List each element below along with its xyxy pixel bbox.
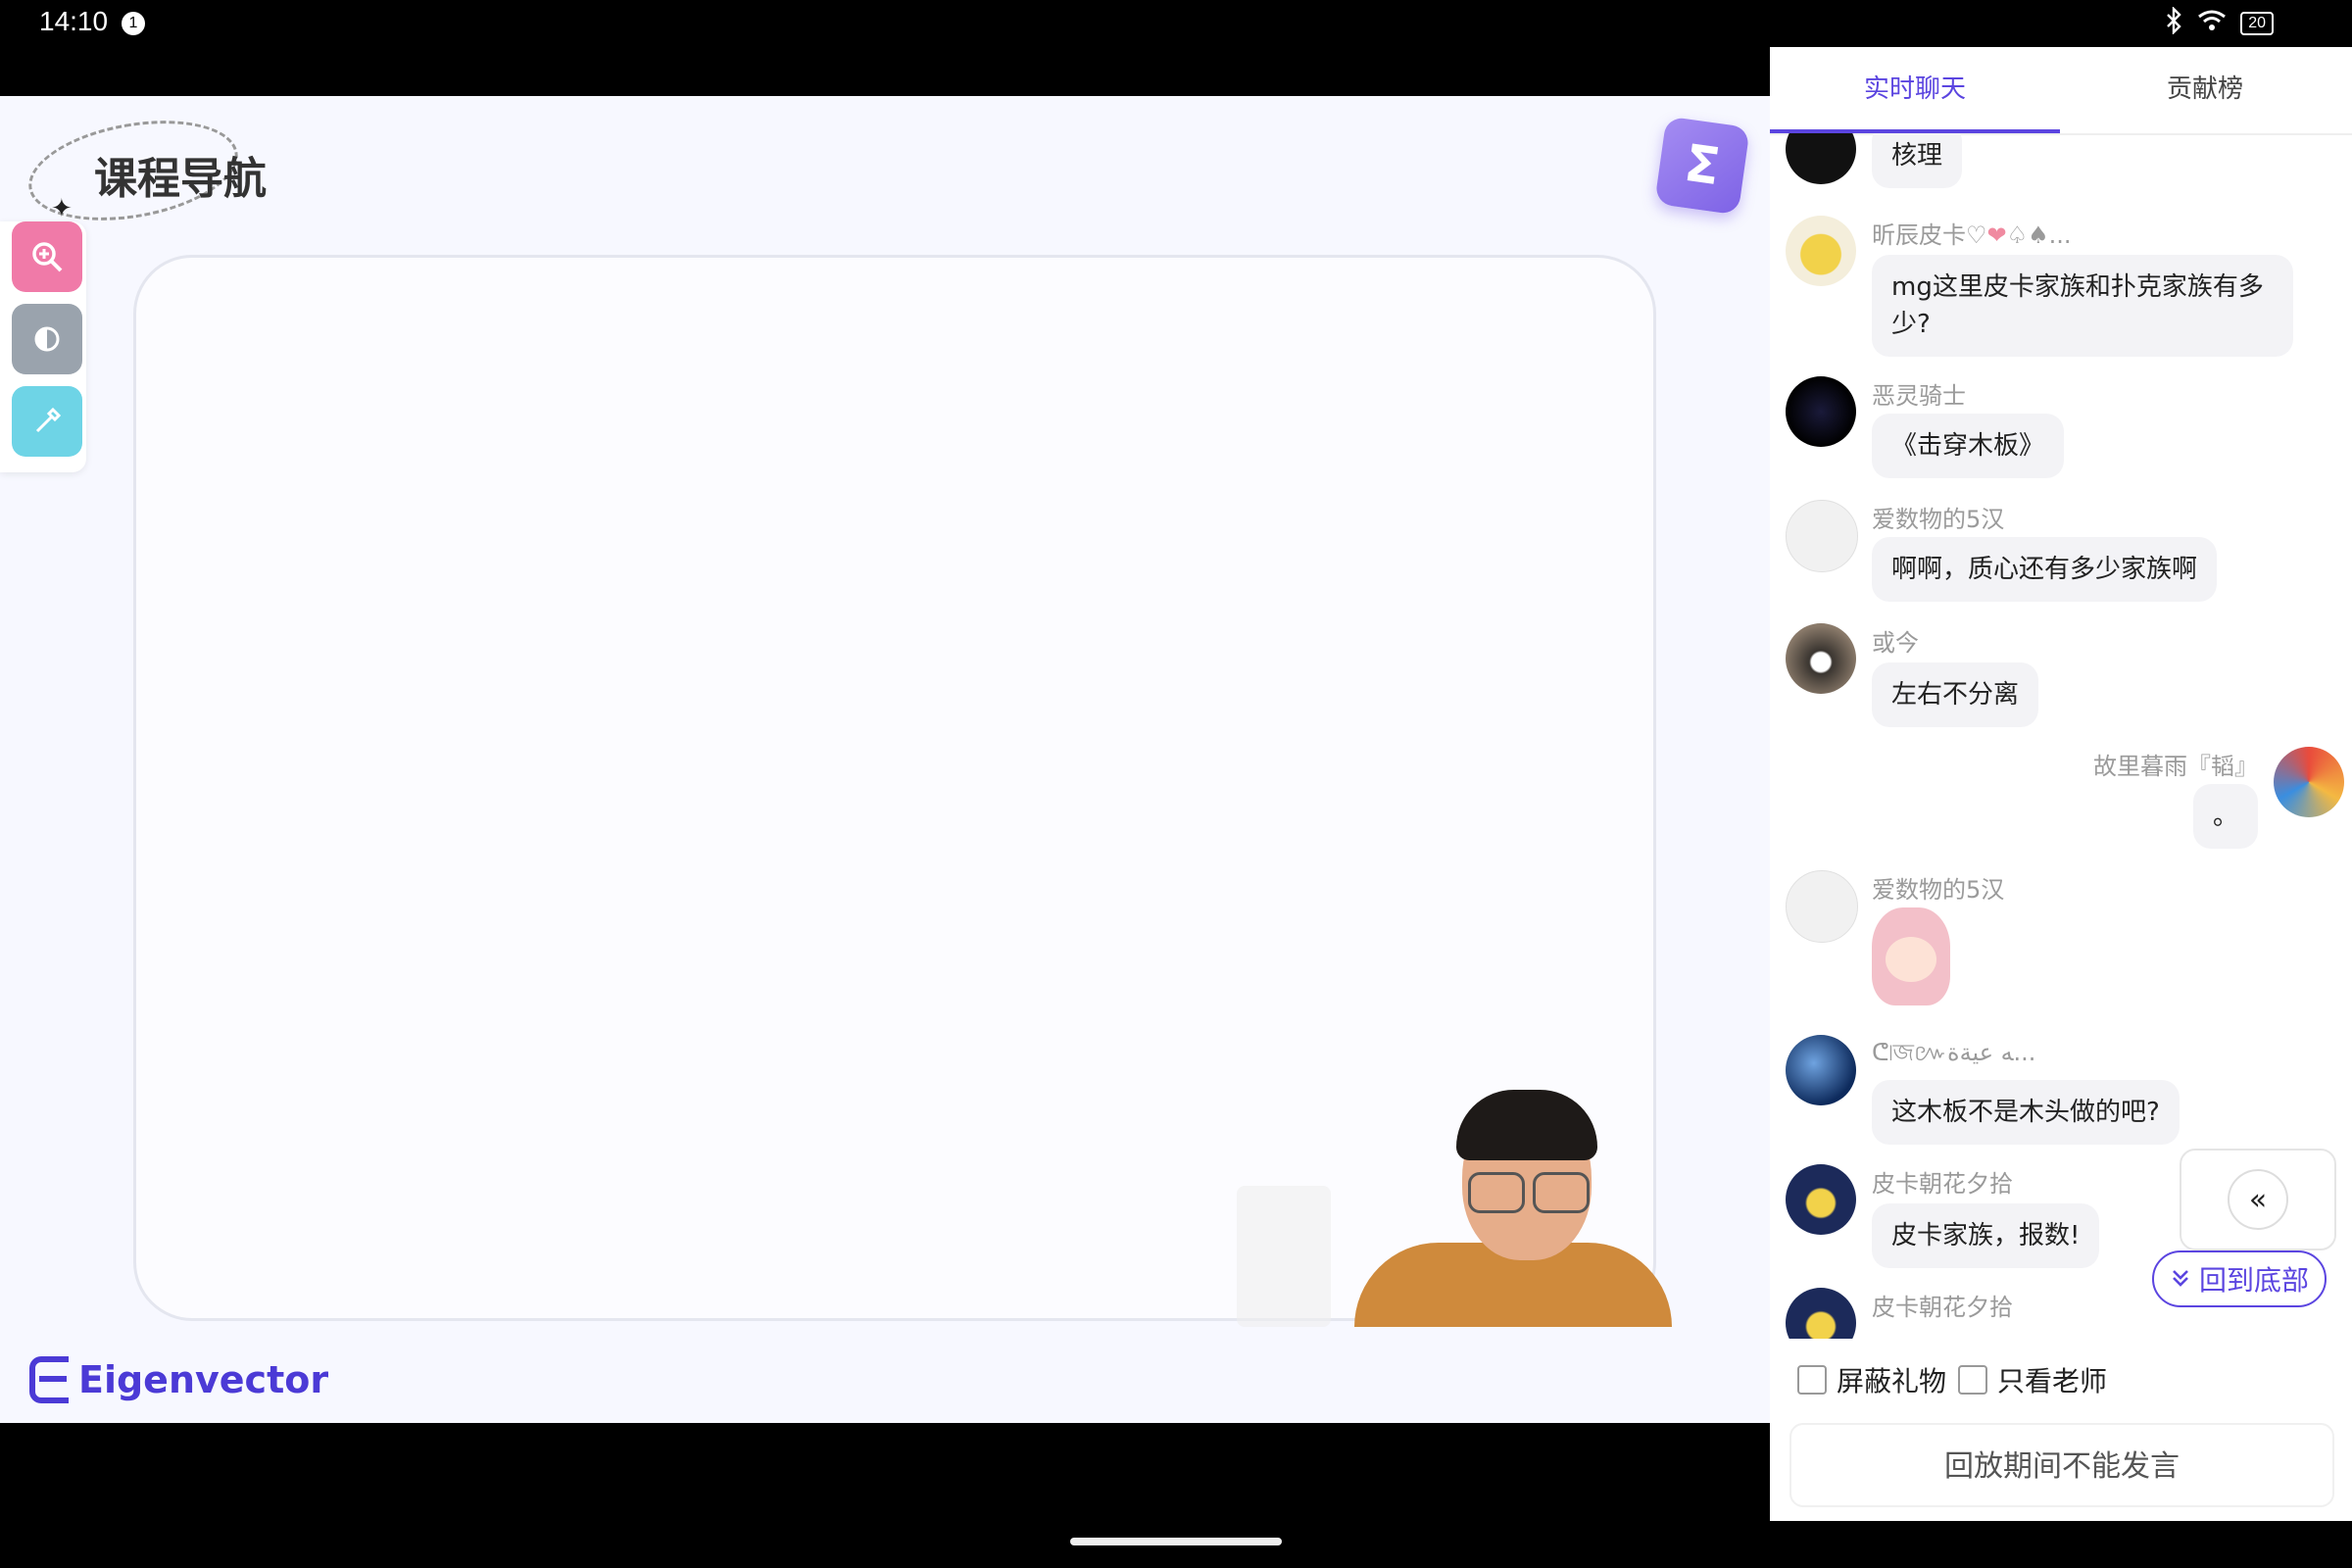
contrast-button[interactable]	[12, 304, 82, 374]
message-bubble: mg这里皮卡家族和扑克家族有多少?	[1872, 255, 2293, 357]
username: 恶灵骑士	[1872, 382, 1966, 410]
teacher-only-checkbox[interactable]: 只看老师	[1958, 1360, 2107, 1399]
user-avatar	[1786, 216, 1856, 286]
chevrons-down-icon	[2170, 1263, 2191, 1296]
user-avatar	[1786, 1164, 1856, 1235]
sparkle-icon: ✦	[51, 194, 73, 223]
message-bubble: 皮卡家族，报数!	[1872, 1203, 2100, 1268]
username: 皮卡朝花夕拾	[1872, 1170, 2013, 1198]
back-to-bottom-button[interactable]: 回到底部	[2152, 1250, 2327, 1307]
chat-options: 屏蔽礼物 只看老师	[1770, 1339, 2352, 1427]
eyedropper-button[interactable]	[12, 386, 82, 457]
wifi-icon	[2197, 9, 2227, 38]
battery-icon: 20	[2240, 12, 2274, 35]
status-bar: 14:10 1 20	[0, 0, 2352, 47]
bluetooth-icon	[2166, 6, 2183, 40]
status-icons: 20	[2166, 6, 2274, 40]
user-avatar	[1786, 376, 1856, 447]
eyedropper-icon	[35, 407, 62, 433]
sigma-logo: Σ	[1654, 116, 1750, 216]
checkbox-icon	[1797, 1365, 1827, 1395]
teacher-only-label: 只看老师	[1997, 1365, 2108, 1397]
video-area[interactable]: ✦ 课程导航 Σ Eigenvector	[0, 96, 1770, 1423]
username: 爱数物的5汉	[1872, 506, 2005, 533]
status-time: 14:10	[39, 6, 109, 36]
user-avatar	[1786, 1035, 1856, 1105]
zoom-in-button[interactable]	[12, 221, 82, 292]
message-bubble: 《击穿木板》	[1872, 414, 2065, 478]
user-avatar	[1786, 1288, 1856, 1339]
course-nav-title: 课程导航	[94, 154, 267, 204]
tab-live-chat[interactable]: 实时聊天	[1770, 47, 2060, 133]
block-gifts-label: 屏蔽礼物	[1837, 1365, 1947, 1397]
message-bubble: 。	[2192, 784, 2258, 849]
checkbox-icon	[1958, 1365, 1987, 1395]
notification-badge: 1	[122, 12, 145, 35]
collapse-panel-button[interactable]: «	[2180, 1149, 2336, 1250]
message-bubble: 啊啊，质心还有多少家族啊	[1872, 537, 2218, 602]
message-bubble: 核理	[1872, 133, 1963, 188]
user-avatar	[2274, 747, 2344, 817]
message-bubble: 左右不分离	[1872, 662, 2039, 727]
eigenvector-logo-icon	[29, 1356, 69, 1403]
username: 爱数物的5汉	[1872, 876, 2005, 904]
username: 昕辰皮卡♡❤♤♠...	[1872, 221, 2072, 249]
back-to-bottom-label: 回到底部	[2198, 1264, 2309, 1297]
zoom-icon	[32, 242, 63, 272]
tool-palette	[0, 221, 86, 472]
user-avatar	[1786, 133, 1856, 184]
username: 皮卡朝花夕拾	[1872, 1294, 2013, 1321]
message-bubble: 这木板不是木头做的吧?	[1872, 1080, 2180, 1145]
tab-leaderboard[interactable]: 贡献榜	[2060, 47, 2350, 133]
contrast-icon	[34, 326, 60, 352]
username: 故里暮雨『韬』	[2093, 753, 2258, 780]
username: ᕦ৷জ៚ﻪ عيةة...	[1872, 1039, 2036, 1066]
chevrons-left-icon: «	[2228, 1169, 2288, 1230]
chair-background	[1237, 1186, 1331, 1327]
username: 或今	[1872, 629, 1919, 657]
user-avatar	[1786, 500, 1858, 572]
block-gifts-checkbox[interactable]: 屏蔽礼物	[1797, 1360, 1946, 1399]
panel-tabs: 实时聊天 贡献榜	[1770, 47, 2352, 135]
user-avatar	[1786, 623, 1856, 694]
user-avatar	[1786, 870, 1858, 943]
presenter-video	[1354, 1090, 1672, 1327]
brand-logo: Eigenvector	[29, 1356, 328, 1403]
replay-chat-disabled-field: 回放期间不能发言	[1789, 1423, 2334, 1507]
brand-name: Eigenvector	[78, 1358, 329, 1401]
anime-girl-sticker	[1872, 907, 1950, 1005]
home-indicator[interactable]	[1070, 1538, 1282, 1545]
